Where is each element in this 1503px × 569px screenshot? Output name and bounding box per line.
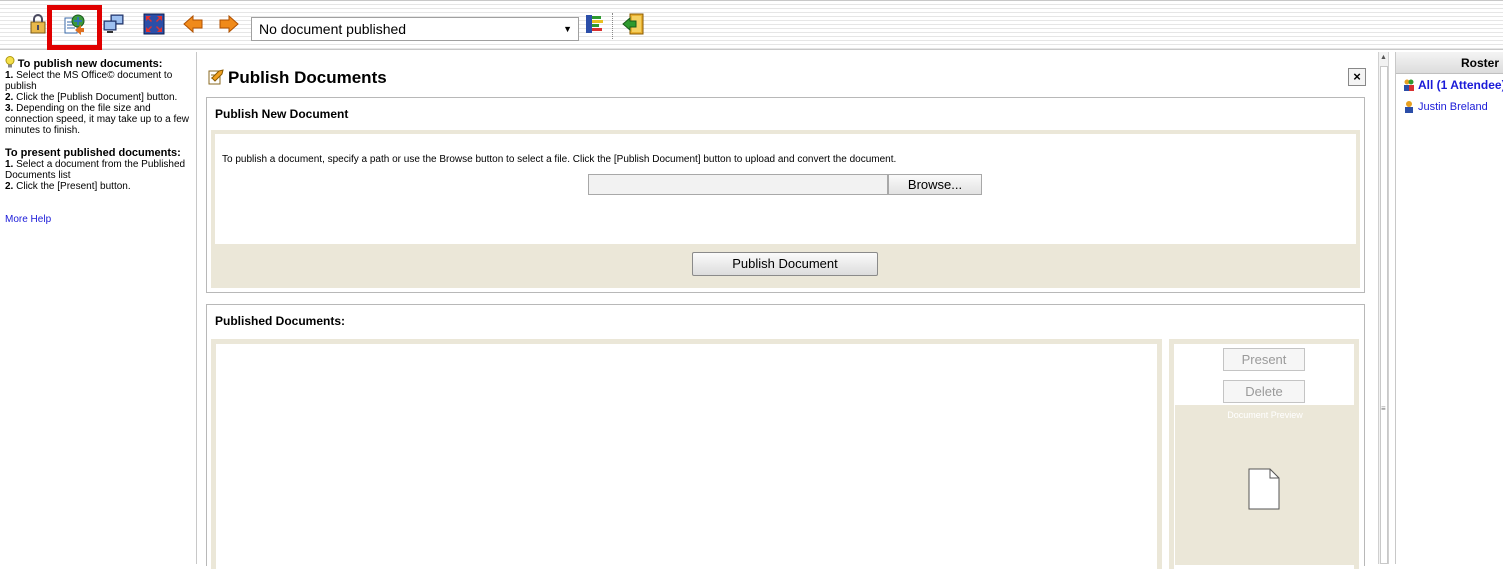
user-icon bbox=[1405, 101, 1413, 113]
status-bars-icon[interactable] bbox=[583, 13, 605, 35]
help-step: 1. Select the MS Office© document to pub… bbox=[5, 70, 173, 92]
share-desktop-icon[interactable] bbox=[103, 13, 125, 35]
close-button[interactable]: × bbox=[1348, 68, 1366, 86]
document-preview-label: Document Preview bbox=[1227, 410, 1303, 420]
page-title: Publish Documents bbox=[208, 68, 387, 88]
published-panel-title: Published Documents: bbox=[215, 314, 346, 328]
publish-new-document-panel: Publish New Document To publish a docume… bbox=[206, 97, 1365, 293]
help-step: 2. Click the [Publish Document] button. bbox=[5, 92, 178, 103]
publish-panel-title: Publish New Document bbox=[215, 107, 349, 121]
browse-button[interactable]: Browse... bbox=[888, 174, 982, 195]
roster-attendee[interactable]: Justin Breland bbox=[1396, 96, 1503, 118]
file-path-input[interactable] bbox=[588, 174, 888, 195]
fullscreen-icon[interactable] bbox=[143, 13, 165, 35]
publish-panel-body: To publish a document, specify a path or… bbox=[211, 130, 1360, 288]
scroll-up-icon[interactable]: ▲ bbox=[1380, 54, 1387, 61]
scrollbar-thumb[interactable] bbox=[1380, 66, 1388, 564]
lightbulb-icon bbox=[5, 56, 15, 69]
roster-title: Roster bbox=[1396, 52, 1503, 74]
exit-icon[interactable] bbox=[622, 13, 644, 35]
publish-document-button[interactable]: Publish Document bbox=[692, 252, 878, 276]
present-button[interactable]: Present bbox=[1223, 348, 1305, 371]
document-preview: Document Preview bbox=[1175, 405, 1355, 565]
publish-button-highlight bbox=[47, 5, 102, 50]
help-step: 3. Depending on the file size and connec… bbox=[5, 103, 189, 136]
help-panel: To publish new documents: 1. Select the … bbox=[0, 52, 197, 564]
previous-arrow-icon[interactable] bbox=[182, 13, 204, 35]
publish-help-heading: To publish new documents: bbox=[17, 58, 163, 70]
roster-all-attendees[interactable]: All (1 Attendee) bbox=[1396, 74, 1503, 96]
publish-footer: Publish Document bbox=[215, 244, 1356, 284]
toolbar-separator bbox=[612, 13, 613, 39]
document-select-value: No document published bbox=[259, 21, 407, 37]
present-help-heading: To present published documents: bbox=[5, 147, 181, 159]
blank-document-icon bbox=[1248, 468, 1280, 510]
delete-button[interactable]: Delete bbox=[1223, 380, 1305, 403]
lock-icon[interactable] bbox=[27, 13, 49, 35]
more-help-link[interactable]: More Help bbox=[5, 214, 51, 225]
scrollbar-grip-icon: ≡ bbox=[1381, 404, 1386, 413]
publish-title-icon bbox=[208, 69, 224, 85]
help-step: 2. Click the [Present] button. bbox=[5, 181, 131, 192]
next-arrow-icon[interactable] bbox=[218, 13, 240, 35]
document-actions: Present Delete Document Preview bbox=[1169, 339, 1359, 569]
group-icon bbox=[1404, 79, 1414, 91]
published-documents-list[interactable] bbox=[211, 339, 1162, 569]
publish-description: To publish a document, specify a path or… bbox=[222, 154, 897, 165]
roster-panel: Roster All (1 Attendee) Justin Breland bbox=[1395, 52, 1503, 564]
vertical-scrollbar[interactable]: ▲ ≡ bbox=[1378, 52, 1389, 564]
publish-documents-pane: Publish Documents × Publish New Document… bbox=[198, 52, 1378, 569]
help-step: 1. Select a document from the Published … bbox=[5, 159, 186, 181]
published-documents-panel: Published Documents: Present Delete Docu… bbox=[206, 304, 1365, 569]
chevron-down-icon: ▼ bbox=[563, 24, 572, 34]
toolbar: No document published ▼ bbox=[0, 0, 1503, 50]
document-select[interactable]: No document published ▼ bbox=[251, 17, 579, 41]
